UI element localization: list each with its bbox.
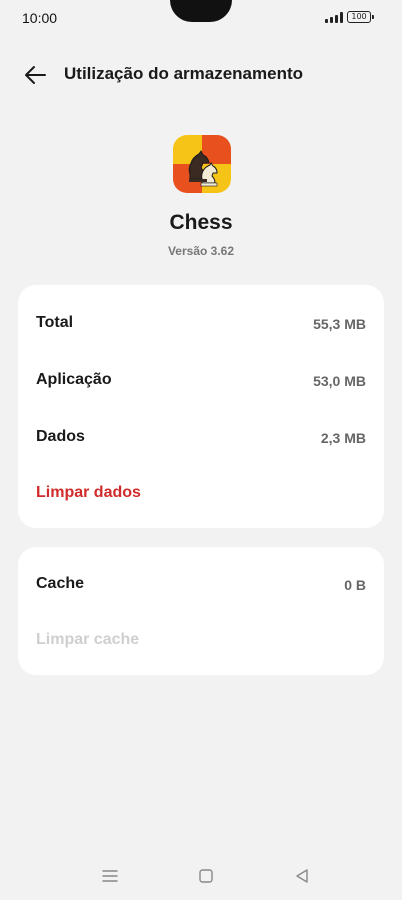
status-time: 10:00 <box>22 10 58 26</box>
storage-card: Total 55,3 MB Aplicação 53,0 MB Dados 2,… <box>18 285 384 528</box>
cache-label: Cache <box>36 575 85 592</box>
menu-icon <box>102 870 118 882</box>
total-value: 55,3 MB <box>313 316 366 332</box>
page-title: Utilização do armazenamento <box>64 64 304 83</box>
battery-level: 100 <box>351 12 367 21</box>
app-version: Versão 3.62 <box>167 244 235 258</box>
app-size-row: Aplicação 53,0 MB <box>36 371 366 395</box>
clear-cache-button[interactable]: Limpar cache <box>36 631 139 649</box>
data-size-label: Dados <box>36 428 85 445</box>
navigation-bar <box>0 860 402 890</box>
clear-data-button[interactable]: Limpar dados <box>36 484 141 502</box>
recents-button[interactable] <box>100 866 120 886</box>
chess-app-icon <box>173 135 231 193</box>
status-bar: 10:00 100 <box>0 0 402 38</box>
app-size-label: Aplicação <box>36 371 112 388</box>
data-size-value: 2,3 MB <box>320 430 366 446</box>
home-button[interactable] <box>196 866 216 886</box>
triangle-back-icon <box>296 869 308 883</box>
arrow-left-icon <box>25 66 46 84</box>
signal-icon <box>325 12 343 23</box>
cache-card: Cache 0 B Limpar cache <box>18 547 384 675</box>
back-button[interactable] <box>22 64 50 86</box>
cache-value: 0 B <box>344 577 366 593</box>
app-name: Chess <box>169 211 233 234</box>
total-row: Total 55,3 MB <box>36 314 366 338</box>
data-size-row: Dados 2,3 MB <box>36 428 366 452</box>
back-nav-button[interactable] <box>292 866 312 886</box>
battery-icon: 100 <box>347 11 374 23</box>
cache-row: Cache 0 B <box>36 575 366 599</box>
camera-notch <box>170 0 232 22</box>
square-icon <box>199 869 213 883</box>
app-size-value: 53,0 MB <box>313 373 366 389</box>
header: Utilização do armazenamento <box>0 56 402 96</box>
total-label: Total <box>36 314 74 331</box>
